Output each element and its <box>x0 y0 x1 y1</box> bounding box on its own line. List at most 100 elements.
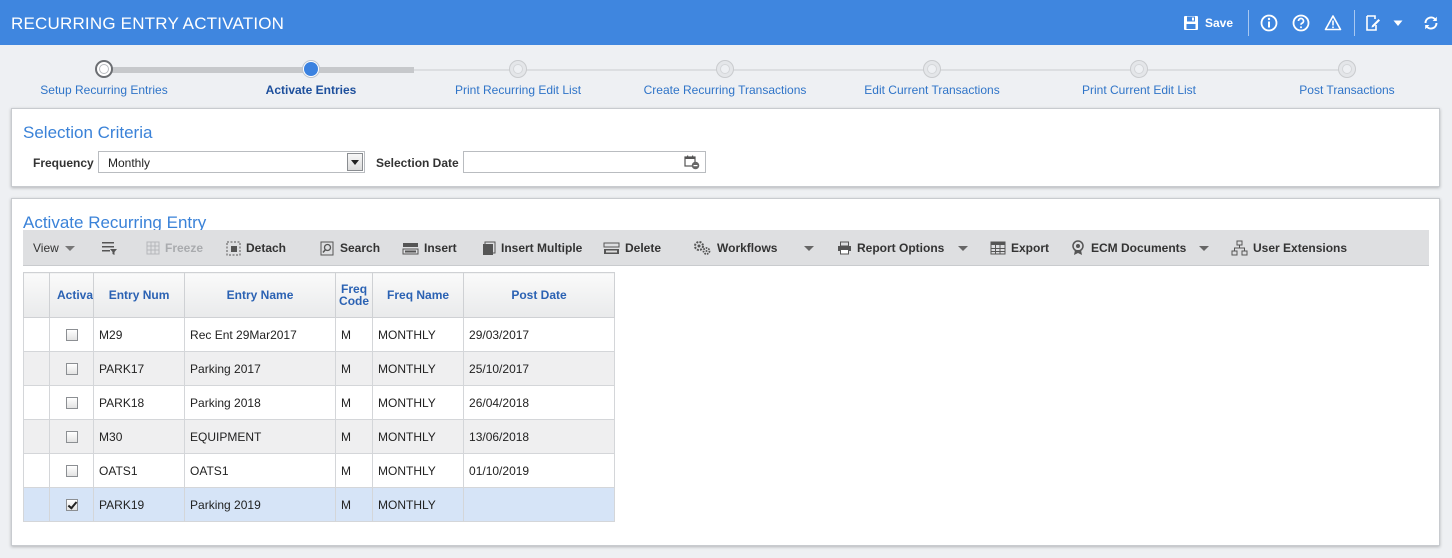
wizard-step-post[interactable]: Post Transactions <box>1299 83 1394 97</box>
chevron-down-icon[interactable] <box>1392 12 1404 34</box>
table-row[interactable]: PARK17 Parking 2017 M MONTHLY 25/10/2017 <box>23 351 616 386</box>
cell-freq-code[interactable]: M <box>335 317 374 352</box>
cell-entry-num[interactable]: M30 <box>93 419 186 454</box>
frequency-select[interactable]: Monthly <box>98 151 365 173</box>
cell-freq-name[interactable]: MONTHLY <box>372 351 465 386</box>
cell-entry-name[interactable]: Rec Ent 29Mar2017 <box>184 317 337 352</box>
cell-freq-code[interactable]: M <box>335 453 374 488</box>
activate-checkbox[interactable] <box>65 397 78 410</box>
export-button[interactable]: Export <box>990 240 1049 256</box>
cell-entry-num[interactable]: PARK17 <box>93 351 186 386</box>
insert-multiple-button[interactable]: Insert Multiple <box>481 240 582 256</box>
user-extensions-button[interactable]: User Extensions <box>1231 240 1347 256</box>
activate-checkbox[interactable] <box>65 329 78 342</box>
refresh-icon[interactable] <box>1422 12 1440 34</box>
column-header-entry-name[interactable]: Entry Name <box>184 272 337 318</box>
freeze-button[interactable]: Freeze <box>146 240 203 256</box>
wizard-step-create[interactable]: Create Recurring Transactions <box>644 83 807 97</box>
wizard-step-dot-edit[interactable] <box>923 60 941 78</box>
cell-freq-name[interactable]: MONTHLY <box>372 487 465 522</box>
save-button[interactable]: Save <box>1183 12 1233 34</box>
wizard-step-setup[interactable]: Setup Recurring Entries <box>40 83 167 97</box>
view-dropdown-icon[interactable] <box>65 246 75 251</box>
table-row[interactable]: M30 EQUIPMENT M MONTHLY 13/06/2018 <box>23 419 616 454</box>
cell-entry-num[interactable]: OATS1 <box>93 453 186 488</box>
cell-freq-code[interactable]: M <box>335 385 374 420</box>
column-header-entry-num[interactable]: Entry Num <box>93 272 186 318</box>
cell-freq-code[interactable]: M <box>335 351 374 386</box>
column-header-activate[interactable]: Activa <box>48 272 95 318</box>
delete-icon <box>603 242 620 254</box>
row-selector[interactable] <box>23 453 50 488</box>
cell-post-date[interactable]: 01/10/2019 <box>463 453 616 488</box>
detach-button[interactable]: Detach <box>226 240 286 256</box>
column-header-post-date[interactable]: Post Date <box>463 272 616 318</box>
cell-freq-name[interactable]: MONTHLY <box>372 419 465 454</box>
row-selector[interactable] <box>23 487 50 522</box>
cell-post-date[interactable]: 26/04/2018 <box>463 385 616 420</box>
activate-checkbox[interactable] <box>65 465 78 478</box>
row-selector[interactable] <box>23 351 50 386</box>
cell-entry-num[interactable]: PARK18 <box>93 385 186 420</box>
cell-freq-code[interactable]: M <box>335 487 374 522</box>
cell-freq-name[interactable]: MONTHLY <box>372 317 465 352</box>
row-selector[interactable] <box>23 419 50 454</box>
frequency-label: Frequency <box>33 156 94 170</box>
cell-entry-name[interactable]: OATS1 <box>184 453 337 488</box>
wizard-step-print-current[interactable]: Print Current Edit List <box>1082 83 1196 97</box>
table-row-selected[interactable]: PARK19 Parking 2019 M MONTHLY <box>23 487 616 522</box>
activate-checkbox-checked[interactable] <box>65 499 78 512</box>
wizard-step-dot-post[interactable] <box>1338 60 1356 78</box>
report-options-dropdown-icon[interactable] <box>958 246 968 251</box>
delete-button[interactable]: Delete <box>603 240 661 256</box>
cell-post-date[interactable] <box>463 487 616 522</box>
cell-post-date[interactable]: 29/03/2017 <box>463 317 616 352</box>
cell-entry-name[interactable]: Parking 2018 <box>184 385 337 420</box>
row-selector[interactable] <box>23 385 50 420</box>
wizard-step-print-recurring[interactable]: Print Recurring Edit List <box>455 83 581 97</box>
cell-freq-name[interactable]: MONTHLY <box>372 453 465 488</box>
insert-icon <box>402 242 419 254</box>
wizard-step-dot-setup[interactable] <box>95 60 113 78</box>
ecm-documents-button[interactable]: ECM Documents <box>1071 240 1186 256</box>
dropdown-arrow-icon[interactable] <box>347 153 363 171</box>
wizard-step-edit[interactable]: Edit Current Transactions <box>864 83 999 97</box>
filter-button[interactable] <box>101 240 123 256</box>
search-button[interactable]: Search <box>320 240 380 256</box>
wizard-step-dot-activate[interactable] <box>302 60 320 78</box>
help-icon[interactable] <box>1292 12 1310 34</box>
cell-entry-num[interactable]: PARK19 <box>93 487 186 522</box>
wizard-step-dot-print-current[interactable] <box>1130 60 1148 78</box>
cell-freq-name[interactable]: MONTHLY <box>372 385 465 420</box>
column-header-freq-code[interactable]: Freq Code <box>335 272 374 318</box>
wizard-step-dot-print-recurring[interactable] <box>509 60 527 78</box>
cell-post-date[interactable]: 25/10/2017 <box>463 351 616 386</box>
row-selector-header[interactable] <box>23 272 50 318</box>
wizard-step-activate[interactable]: Activate Entries <box>266 83 357 97</box>
cell-entry-name[interactable]: Parking 2019 <box>184 487 337 522</box>
workflows-dropdown-icon[interactable] <box>804 246 814 251</box>
edit-note-icon[interactable] <box>1364 12 1382 34</box>
table-row[interactable]: OATS1 OATS1 M MONTHLY 01/10/2019 <box>23 453 616 488</box>
cell-freq-code[interactable]: M <box>335 419 374 454</box>
activate-checkbox[interactable] <box>65 431 78 444</box>
insert-button[interactable]: Insert <box>402 240 457 256</box>
workflows-button[interactable]: Workflows <box>693 240 777 256</box>
activate-checkbox[interactable] <box>65 363 78 376</box>
cell-entry-name[interactable]: Parking 2017 <box>184 351 337 386</box>
cell-entry-num[interactable]: M29 <box>93 317 186 352</box>
wizard-step-dot-create[interactable] <box>716 60 734 78</box>
cell-entry-name[interactable]: EQUIPMENT <box>184 419 337 454</box>
selection-date-input[interactable] <box>463 151 706 173</box>
report-options-button[interactable]: Report Options <box>837 240 944 256</box>
warning-icon[interactable] <box>1324 12 1342 34</box>
info-icon[interactable] <box>1260 12 1278 34</box>
cell-post-date[interactable]: 13/06/2018 <box>463 419 616 454</box>
column-header-freq-name[interactable]: Freq Name <box>372 272 465 318</box>
row-selector[interactable] <box>23 317 50 352</box>
table-row[interactable]: M29 Rec Ent 29Mar2017 M MONTHLY 29/03/20… <box>23 317 616 352</box>
view-menu-button[interactable]: View <box>33 240 59 256</box>
ecm-documents-dropdown-icon[interactable] <box>1199 246 1209 251</box>
calendar-icon[interactable] <box>684 155 700 170</box>
table-row[interactable]: PARK18 Parking 2018 M MONTHLY 26/04/2018 <box>23 385 616 420</box>
